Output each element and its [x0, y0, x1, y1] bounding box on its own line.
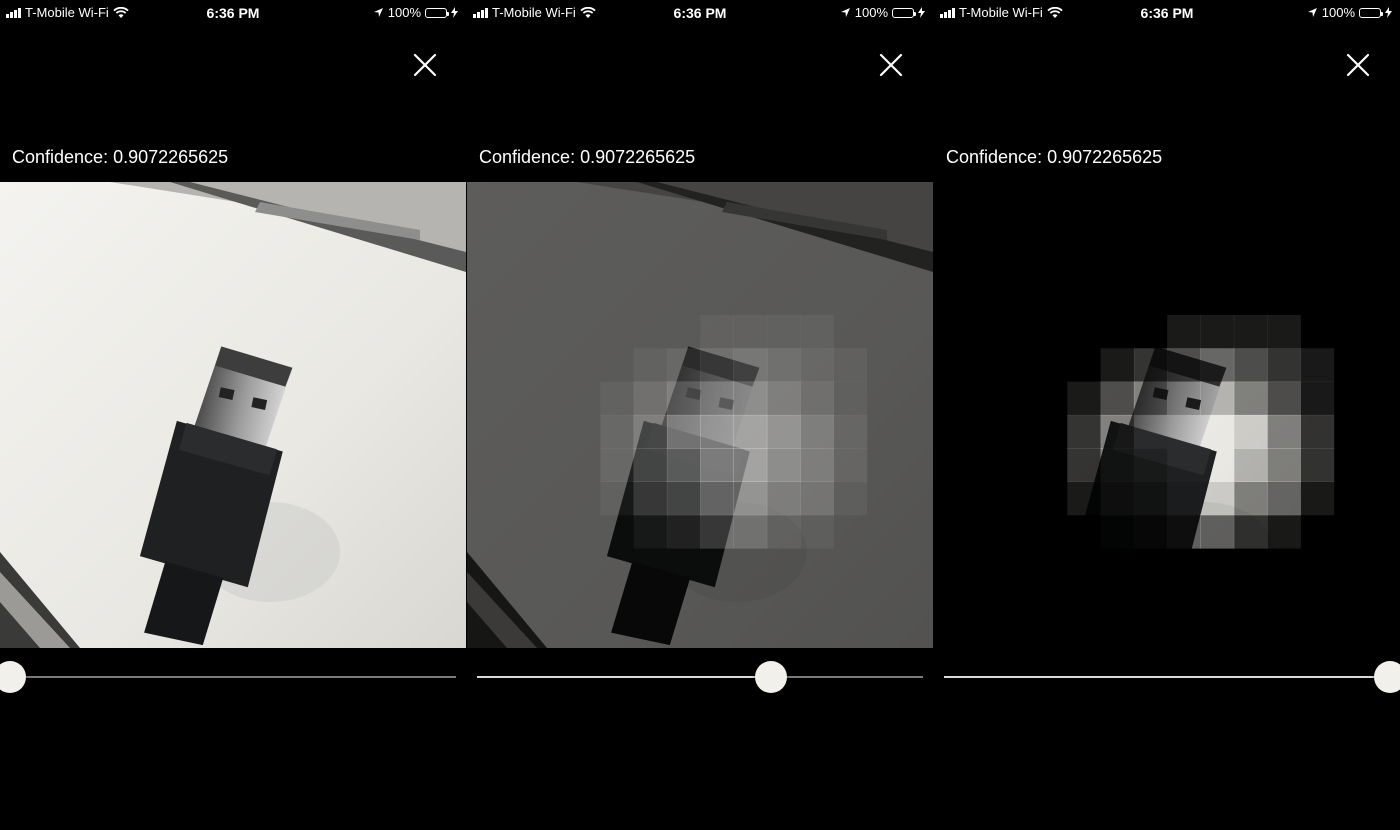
heatmap-cell — [700, 448, 734, 482]
panel-heatmap-only: T-Mobile Wi-Fi 6:36 PM 100% Confidence: … — [934, 0, 1400, 830]
heatmap-cell — [700, 414, 734, 449]
battery-icon — [425, 7, 449, 18]
heatmap-cell — [633, 481, 668, 516]
confidence-label: Confidence: 0.9072265625 — [479, 147, 696, 167]
heatmap-cell — [766, 448, 801, 482]
battery-icon — [892, 7, 916, 18]
close-icon[interactable] — [1341, 48, 1375, 82]
battery-percent: 100% — [387, 5, 421, 20]
heatmap-cell — [800, 481, 834, 516]
heatmap-cell — [633, 448, 668, 482]
heatmap-cell — [766, 348, 801, 383]
heatmap-grid — [600, 315, 868, 549]
heatmap-opacity-slider[interactable] — [944, 660, 1400, 694]
heatmap-cell — [700, 348, 734, 383]
heatmap-opacity-slider[interactable] — [477, 660, 923, 694]
charging-bolt-icon — [918, 7, 925, 18]
heatmap-cell — [833, 381, 868, 416]
panel-heatmap-overlay: T-Mobile Wi-Fi 6:36 PM 100% Confidence: … — [467, 0, 933, 830]
location-arrow-icon — [373, 8, 383, 17]
heatmap-cell — [766, 414, 801, 449]
heatmap-cell — [766, 315, 801, 349]
heatmap-cell — [633, 348, 668, 383]
heatmap-cell — [600, 448, 635, 482]
heatmap-cell — [833, 481, 868, 516]
heatmap-cell — [733, 348, 768, 383]
heatmap-cell — [833, 448, 868, 482]
heatmap-cell — [733, 381, 768, 416]
heatmap-cell — [800, 448, 834, 482]
slider-thumb[interactable] — [1374, 661, 1400, 693]
heatmap-cell — [766, 381, 801, 416]
heatmap-cell — [733, 481, 768, 516]
heatmap-cell — [733, 514, 768, 549]
heatmap-cell — [666, 414, 701, 449]
charging-bolt-icon — [451, 7, 458, 18]
heatmap-cell — [633, 514, 668, 549]
status-bar: T-Mobile Wi-Fi 6:36 PM 100% — [934, 0, 1400, 26]
confidence-label: Confidence: 0.9072265625 — [12, 147, 229, 167]
slider-thumb[interactable] — [755, 661, 788, 693]
heatmap-cell — [633, 381, 668, 416]
heatmap-cell — [666, 348, 701, 383]
heatmap-cell — [633, 414, 668, 449]
heatmap-cell — [833, 348, 868, 383]
heatmap-cell — [700, 315, 734, 349]
heatmap-cell — [666, 381, 701, 416]
confidence-label: Confidence: 0.9072265625 — [946, 147, 1163, 167]
status-bar: T-Mobile Wi-Fi 6:36 PM 100% — [467, 0, 933, 26]
heatmap-opacity-slider[interactable] — [0, 660, 456, 694]
battery-icon — [1359, 7, 1383, 18]
heatmap-cell — [600, 381, 635, 416]
heatmap-cell — [800, 348, 834, 383]
heatmap-cell — [666, 514, 701, 549]
heatmap-cell — [766, 514, 801, 549]
slider-track-filled — [477, 676, 772, 678]
heatmap-cell — [800, 315, 834, 349]
heatmap-cell — [700, 514, 734, 549]
heatmap-cell — [666, 448, 701, 482]
heatmap-cell — [666, 481, 701, 516]
usb-cable-photo-heatmap-overlay — [467, 182, 933, 648]
heatmap-cell — [800, 381, 834, 416]
heatmap-cell — [766, 481, 801, 516]
close-icon[interactable] — [874, 48, 908, 82]
status-bar: T-Mobile Wi-Fi 6:36 PM 100% — [0, 0, 466, 26]
battery-percent: 100% — [854, 5, 888, 20]
heatmap-cell — [600, 414, 635, 449]
slider-track[interactable] — [10, 676, 456, 678]
heatmap-cell — [733, 448, 768, 482]
close-icon[interactable] — [408, 48, 442, 82]
panel-original: T-Mobile Wi-Fi 6:36 PM 100% Confidence: … — [0, 0, 466, 830]
heatmap-cell — [733, 414, 768, 449]
slider-thumb[interactable] — [0, 661, 26, 693]
heatmap-cell — [800, 514, 834, 549]
location-arrow-icon — [1307, 8, 1317, 17]
charging-bolt-icon — [1385, 7, 1392, 18]
heatmap-cell — [600, 481, 635, 516]
heatmap-cell — [700, 481, 734, 516]
heatmap-cell — [800, 414, 834, 449]
usb-cable-photo — [0, 182, 466, 648]
location-arrow-icon — [840, 8, 850, 17]
usb-cable-heatmap-only — [934, 182, 1400, 648]
heatmap-cell — [833, 414, 868, 449]
heatmap-cell — [700, 381, 734, 416]
heatmap-cell — [733, 315, 768, 349]
slider-track-filled — [944, 676, 1390, 678]
battery-percent: 100% — [1321, 5, 1355, 20]
